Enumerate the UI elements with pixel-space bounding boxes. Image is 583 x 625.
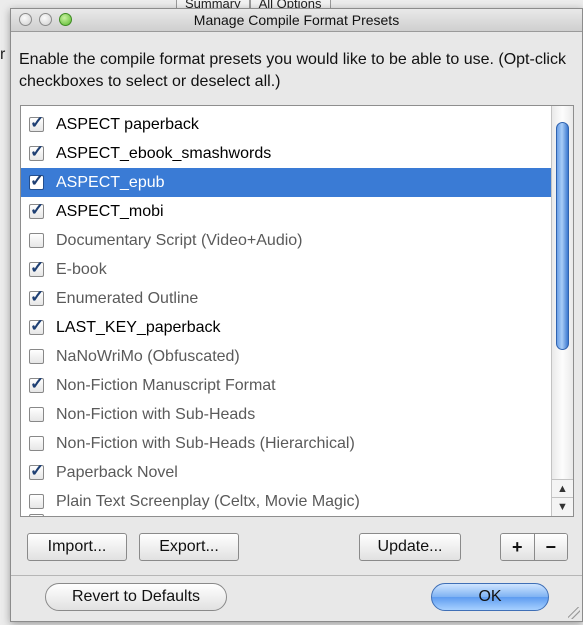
update-button[interactable]: Update... — [359, 533, 461, 561]
preset-row[interactable]: ASPECT_mobi — [21, 197, 551, 226]
preset-row[interactable]: LAST_KEY_paperback — [21, 313, 551, 342]
add-remove-buttons: + − — [500, 533, 568, 561]
preset-row-partial — [29, 513, 44, 516]
background-text-fragment: r — [0, 46, 6, 63]
preset-row[interactable]: Enumerated Outline — [21, 284, 551, 313]
export-button[interactable]: Export... — [139, 533, 239, 561]
presets-list[interactable]: ASPECT paperback ASPECT_ebook_smashwords A… — [20, 105, 574, 517]
preset-row[interactable]: ASPECT_ebook_smashwords — [21, 139, 551, 168]
preset-checkbox[interactable] — [29, 461, 44, 481]
revert-to-defaults-button[interactable]: Revert to Defaults — [45, 583, 227, 611]
scroll-down-arrow-icon[interactable]: ▼ — [552, 497, 573, 516]
preset-checkbox[interactable] — [29, 513, 44, 516]
instructions-text: Enable the compile format presets you wo… — [19, 51, 566, 90]
footer-separator — [11, 575, 582, 576]
preset-label: ASPECT_mobi — [56, 202, 164, 220]
preset-checkbox[interactable] — [29, 287, 44, 307]
preset-row[interactable]: ASPECT paperback — [21, 110, 551, 139]
import-button[interactable]: Import... — [27, 533, 127, 561]
preset-label: Non-Fiction with Sub-Heads — [56, 405, 256, 423]
preset-row[interactable]: Plain Text Screenplay (Celtx, Movie Magi… — [21, 487, 551, 516]
preset-label: ASPECT_epub — [56, 173, 165, 191]
preset-row[interactable]: Non-Fiction Manuscript Format — [21, 371, 551, 400]
preset-checkbox[interactable] — [29, 113, 44, 133]
preset-row[interactable]: E-book — [21, 255, 551, 284]
preset-row[interactable]: NaNoWriMo (Obfuscated) — [21, 342, 551, 371]
preset-label: Plain Text Screenplay (Celtx, Movie Magi… — [56, 492, 360, 510]
manage-presets-dialog: Manage Compile Format Presets Enable the… — [10, 8, 583, 622]
title-bar: Manage Compile Format Presets — [11, 9, 582, 32]
preset-row[interactable]: Non-Fiction with Sub-Heads (Hierarchical… — [21, 429, 551, 458]
resize-grip-icon[interactable] — [568, 607, 580, 619]
preset-label: ASPECT_ebook_smashwords — [56, 144, 272, 162]
remove-preset-button[interactable]: − — [533, 534, 567, 560]
add-preset-button[interactable]: + — [501, 534, 534, 560]
presets-rows: ASPECT paperback ASPECT_ebook_smashwords A… — [21, 110, 551, 516]
preset-label: Non-Fiction Manuscript Format — [56, 376, 276, 394]
ok-button[interactable]: OK — [431, 583, 549, 611]
preset-label: Non-Fiction with Sub-Heads (Hierarchical… — [56, 434, 355, 452]
scroll-up-arrow-icon[interactable]: ▲ — [552, 479, 573, 498]
preset-checkbox[interactable] — [29, 233, 44, 248]
preset-row[interactable]: Paperback Novel — [21, 458, 551, 487]
vertical-scrollbar[interactable]: ▲ ▼ — [551, 106, 573, 516]
preset-checkbox[interactable] — [29, 494, 44, 509]
preset-label: NaNoWriMo (Obfuscated) — [56, 347, 240, 365]
preset-checkbox[interactable] — [29, 200, 44, 220]
preset-label: ASPECT paperback — [56, 115, 199, 133]
preset-checkbox[interactable] — [29, 258, 44, 278]
preset-checkbox[interactable] — [29, 407, 44, 422]
preset-row[interactable]: ASPECT_epub — [21, 168, 551, 197]
preset-checkbox[interactable] — [29, 142, 44, 162]
preset-checkbox[interactable] — [29, 436, 44, 451]
preset-label: Documentary Script (Video+Audio) — [56, 231, 303, 249]
preset-row[interactable]: Non-Fiction with Sub-Heads — [21, 400, 551, 429]
preset-label: LAST_KEY_paperback — [56, 318, 221, 336]
preset-checkbox[interactable] — [29, 349, 44, 364]
preset-checkbox[interactable] — [29, 316, 44, 336]
preset-checkbox[interactable] — [29, 171, 44, 191]
preset-checkbox[interactable] — [29, 374, 44, 394]
preset-label: E-book — [56, 260, 107, 278]
preset-label: Paperback Novel — [56, 463, 178, 481]
window-title: Manage Compile Format Presets — [193, 12, 400, 28]
scrollbar-thumb[interactable] — [556, 122, 569, 350]
preset-row[interactable]: Documentary Script (Video+Audio) — [21, 226, 551, 255]
preset-label: Enumerated Outline — [56, 289, 199, 307]
